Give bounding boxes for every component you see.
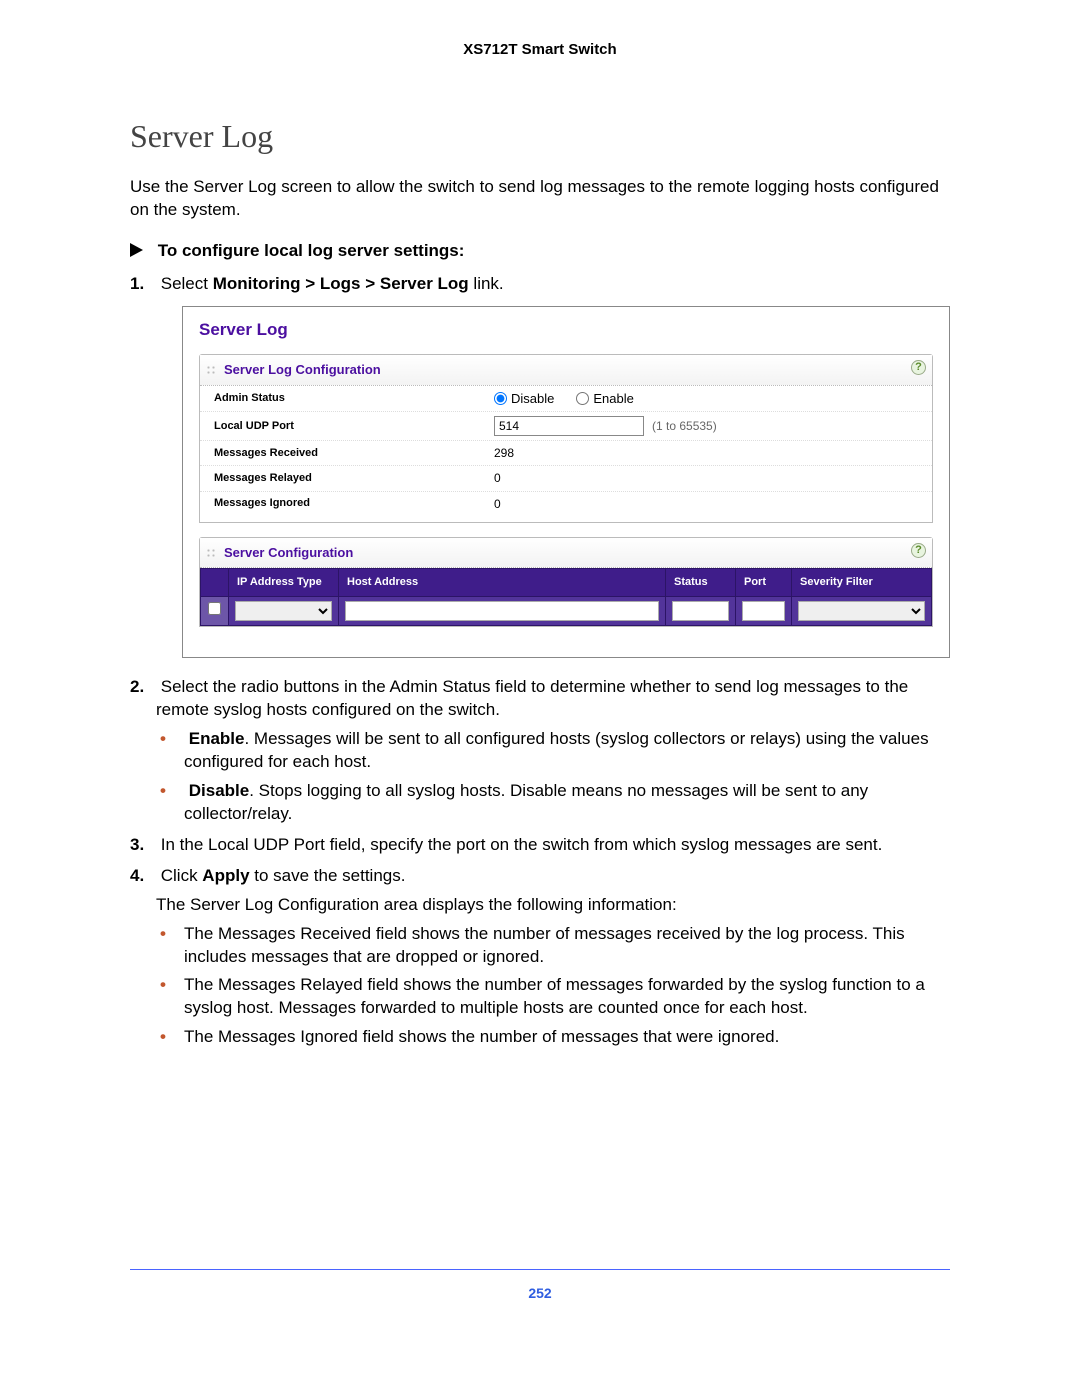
step-3: In the Local UDP Port field, specify the…: [156, 834, 950, 857]
grip-icon: [206, 548, 216, 558]
step2-text: Select the radio buttons in the Admin St…: [156, 677, 908, 719]
sec2-title: Server Configuration: [224, 545, 353, 560]
step4-bullet-3: The Messages Ignored field shows the num…: [184, 1026, 950, 1049]
port-input[interactable]: [742, 601, 785, 621]
step-4: Click Apply to save the settings. The Se…: [156, 865, 950, 1050]
msgs-rx-value: 298: [494, 445, 514, 461]
msgs-ign-label: Messages Ignored: [214, 496, 494, 511]
server-config-section: Server Configuration ? IP Address Type H…: [199, 537, 933, 627]
disable-label: Disable: [511, 390, 554, 408]
step2-enable-bullet: Enable. Messages will be sent to all con…: [184, 728, 950, 774]
step-2: Select the radio buttons in the Admin St…: [156, 676, 950, 826]
disable-text: . Stops logging to all syslog hosts. Dis…: [184, 781, 868, 823]
udp-label: Local UDP Port: [214, 419, 494, 434]
footer-rule: [130, 1269, 950, 1270]
procedure-title: To configure local log server settings:: [130, 240, 950, 263]
server-config-table: IP Address Type Host Address Status Port…: [200, 568, 932, 626]
step1-suffix: link.: [469, 274, 504, 293]
section-title: Server Log: [130, 115, 950, 158]
help-icon[interactable]: ?: [911, 360, 926, 375]
step-1: Select Monitoring > Logs > Server Log li…: [156, 273, 950, 658]
step4-bullet-1: The Messages Received field shows the nu…: [184, 923, 950, 969]
msgs-ign-value: 0: [494, 496, 501, 512]
step4-bullet-2: The Messages Relayed field shows the num…: [184, 974, 950, 1020]
enable-label: Enable: [593, 390, 633, 408]
doc-header: XS712T Smart Switch: [130, 40, 950, 60]
msgs-rx-label: Messages Received: [214, 446, 494, 461]
col-ip-type: IP Address Type: [229, 569, 339, 597]
step1-prefix: Select: [161, 274, 213, 293]
ip-type-select[interactable]: [235, 601, 332, 621]
col-host: Host Address: [339, 569, 666, 597]
admin-enable-radio[interactable]: [576, 392, 589, 405]
row-checkbox[interactable]: [208, 602, 221, 615]
grip-icon: [206, 365, 216, 375]
admin-disable-radio[interactable]: [494, 392, 507, 405]
admin-disable-option[interactable]: Disable: [494, 390, 554, 408]
enable-bold: Enable: [189, 729, 245, 748]
severity-select[interactable]: [798, 601, 925, 621]
step4-after: The Server Log Configuration area displa…: [156, 894, 950, 917]
host-address-input[interactable]: [345, 601, 659, 621]
udp-port-input[interactable]: [494, 416, 644, 436]
ui-screenshot: Server Log Server Log Configuration ? Ad…: [182, 306, 950, 658]
table-row: [201, 597, 932, 626]
msgs-relay-value: 0: [494, 470, 501, 486]
panel-title: Server Log: [199, 319, 933, 342]
col-severity: Severity Filter: [792, 569, 932, 597]
udp-hint: (1 to 65535): [652, 418, 717, 434]
admin-enable-option[interactable]: Enable: [576, 390, 633, 408]
help-icon[interactable]: ?: [911, 543, 926, 558]
step3-text: In the Local UDP Port field, specify the…: [161, 835, 883, 854]
admin-status-label: Admin Status: [214, 391, 494, 406]
step2-disable-bullet: Disable. Stops logging to all syslog hos…: [184, 780, 950, 826]
page-number: 252: [130, 1284, 950, 1303]
status-input[interactable]: [672, 601, 729, 621]
col-port: Port: [736, 569, 792, 597]
triangle-icon: [130, 243, 143, 257]
step4-prefix: Click: [161, 866, 203, 885]
step1-bold: Monitoring > Logs > Server Log: [213, 274, 469, 293]
disable-bold: Disable: [189, 781, 249, 800]
step4-bold: Apply: [202, 866, 249, 885]
col-status: Status: [666, 569, 736, 597]
server-log-config-section: Server Log Configuration ? Admin Status …: [199, 354, 933, 523]
msgs-relay-label: Messages Relayed: [214, 471, 494, 486]
enable-text: . Messages will be sent to all configure…: [184, 729, 929, 771]
step4-suffix: to save the settings.: [250, 866, 406, 885]
procedure-title-text: To configure local log server settings:: [158, 241, 465, 260]
sec1-title: Server Log Configuration: [224, 362, 381, 377]
intro-paragraph: Use the Server Log screen to allow the s…: [130, 176, 950, 222]
